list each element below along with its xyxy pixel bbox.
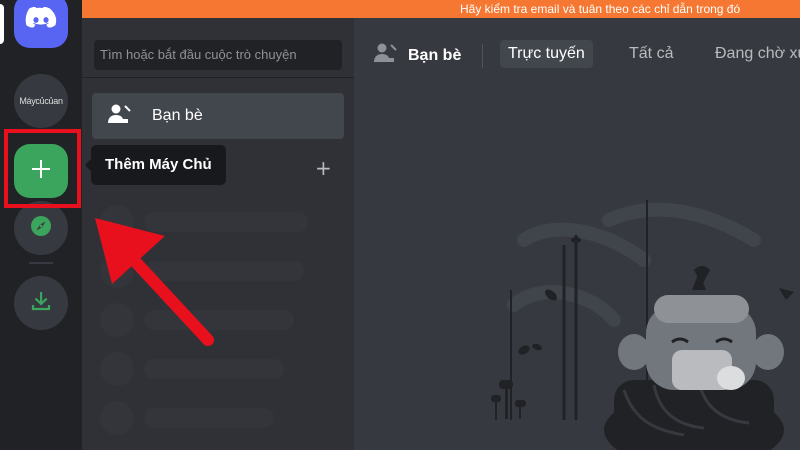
friends-header: Bạn bè Trực tuyến Tất cả Đang chờ xử [354,18,800,90]
sidebar-item-friends[interactable]: Bạn bè [92,93,344,139]
server-acronym: Máycủcủan [19,96,63,106]
rail-separator [29,262,53,264]
placeholder-avatar [100,254,134,288]
main-content [354,90,800,450]
placeholder-row [144,261,304,281]
placeholder-avatar [100,303,134,337]
tab-pending[interactable]: Đang chờ xử [707,40,800,68]
discord-logo-icon [25,6,57,35]
selected-indicator [0,4,4,44]
server-rail: Máycủcủan [0,0,82,450]
compass-icon [29,214,53,242]
server-icon-mine[interactable]: Máycủcủan [14,74,68,128]
placeholder-avatar [100,352,134,386]
header-divider [482,44,483,68]
friends-wave-icon [106,103,132,130]
add-server-tooltip: Thêm Máy Chủ [85,145,226,185]
placeholder-avatar [100,205,134,239]
placeholder-avatar [100,401,134,435]
create-dm-icon[interactable]: + [315,158,332,178]
empty-state-illustration [491,200,794,450]
explore-servers-button[interactable] [14,201,68,255]
tab-all[interactable]: Tất cả [621,40,681,68]
download-icon [30,290,52,316]
email-verification-notice: Hãy kiểm tra email và tuân theo các chỉ … [82,0,800,18]
home-button[interactable] [14,0,68,48]
annotation-highlight-box [4,129,81,208]
dm-sidebar: Tìm hoặc bắt đầu cuộc trò chuyện Bạn bè … [82,18,354,450]
friends-wave-icon [372,42,398,69]
header-friends-title: Bạn bè [372,42,461,69]
placeholder-row [144,212,308,232]
header-title: Bạn bè [408,46,462,64]
search-bar-area: Tìm hoặc bắt đầu cuộc trò chuyện [82,18,354,78]
placeholder-row [144,359,284,379]
search-input[interactable]: Tìm hoặc bắt đầu cuộc trò chuyện [94,40,342,70]
discord-window: Máycủcủan Hãy kiểm tra email và tuân the… [0,0,800,450]
placeholder-row [144,310,294,330]
sidebar-item-label: Bạn bè [152,107,203,124]
placeholder-row [144,408,274,428]
tab-online[interactable]: Trực tuyến [500,40,593,68]
download-apps-button[interactable] [14,276,68,330]
